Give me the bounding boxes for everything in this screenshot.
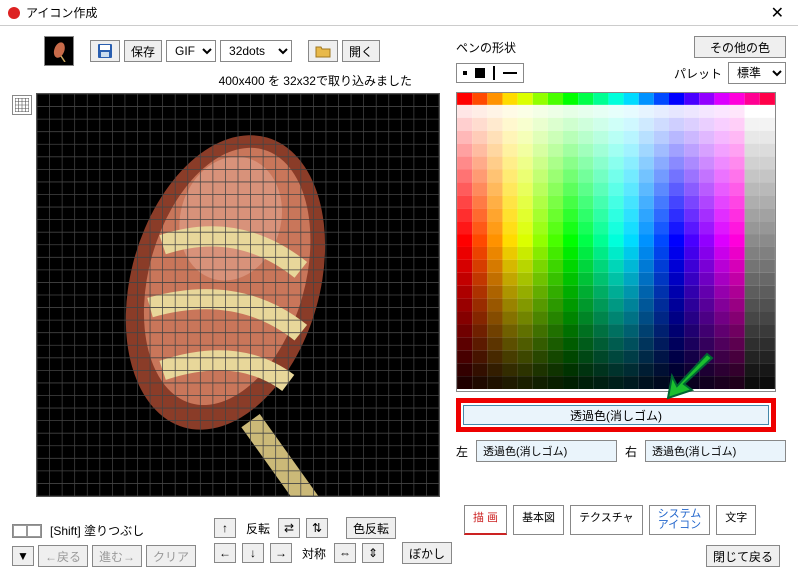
transparent-color-button[interactable]: 透過色(消しゴム) (456, 398, 776, 432)
forward-button[interactable]: 進む→ (92, 545, 142, 567)
status-text: 400x400 を 32x32で取り込みました (12, 72, 412, 89)
arrow-up-icon[interactable]: ↑ (214, 518, 236, 538)
palette-label: パレット (674, 65, 722, 82)
grid-toggle-icon[interactable] (12, 95, 32, 115)
color-pair-icon (12, 524, 42, 538)
pixel-canvas[interactable] (36, 93, 440, 497)
sym-label: 対称 (298, 545, 326, 562)
flip-v-icon[interactable]: ⇅ (306, 518, 328, 538)
left-label: 左 (456, 443, 468, 460)
left-color-field[interactable]: 透過色(消しゴム) (476, 440, 617, 462)
close-return-button[interactable]: 閉じて戻る (706, 545, 780, 567)
right-color-field[interactable]: 透過色(消しゴム) (645, 440, 786, 462)
clear-button[interactable]: クリア (146, 545, 196, 567)
right-label: 右 (625, 443, 637, 460)
arrow-left-icon[interactable]: ← (214, 543, 236, 563)
save-icon[interactable] (90, 40, 120, 62)
invert-button[interactable]: 色反転 (346, 517, 396, 539)
app-icon (8, 7, 20, 19)
arrow-down-icon[interactable]: ↓ (242, 543, 264, 563)
open-folder-icon[interactable] (308, 40, 338, 62)
dropdown-icon[interactable]: ▼ (12, 546, 34, 566)
format-select[interactable]: GIF (166, 40, 216, 62)
pen-hline-icon[interactable] (503, 72, 517, 74)
sym-h-icon[interactable]: ⇔ (334, 543, 356, 563)
pen-square-icon[interactable] (475, 68, 485, 78)
arrow-right-icon[interactable]: → (270, 543, 292, 563)
size-select[interactable]: 32dots (220, 40, 292, 62)
icon-preview (44, 36, 74, 66)
other-color-button[interactable]: その他の色 (694, 36, 786, 58)
window-title: アイコン作成 (26, 4, 765, 21)
pen-dot-icon[interactable] (463, 71, 467, 75)
tab-system[interactable]: システム アイコン (649, 505, 711, 535)
tab-draw[interactable]: 描 画 (464, 505, 507, 535)
back-button[interactable]: ←戻る (38, 545, 88, 567)
color-palette[interactable] (456, 92, 776, 392)
tab-texture[interactable]: テクスチャ (570, 505, 643, 535)
blur-button[interactable]: ぼかし (402, 542, 452, 564)
tab-text[interactable]: 文字 (716, 505, 756, 535)
tab-basic[interactable]: 基本図 (513, 505, 564, 535)
transparent-label: 透過色(消しゴム) (570, 407, 662, 424)
pen-shape-label: ペンの形状 (456, 39, 516, 56)
flip-label: 反転 (242, 520, 270, 537)
titlebar: アイコン作成 ✕ (0, 0, 798, 26)
flip-h-icon[interactable]: ⇄ (278, 518, 300, 538)
fill-hint: [Shift] 塗りつぶし (50, 522, 144, 539)
palette-select[interactable]: 標準 (728, 62, 786, 84)
open-button[interactable]: 開く (342, 40, 380, 62)
close-icon[interactable]: ✕ (765, 3, 790, 23)
save-button[interactable]: 保存 (124, 40, 162, 62)
pen-vline-icon[interactable] (493, 66, 495, 80)
sym-v-icon[interactable]: ⇕ (362, 543, 384, 563)
